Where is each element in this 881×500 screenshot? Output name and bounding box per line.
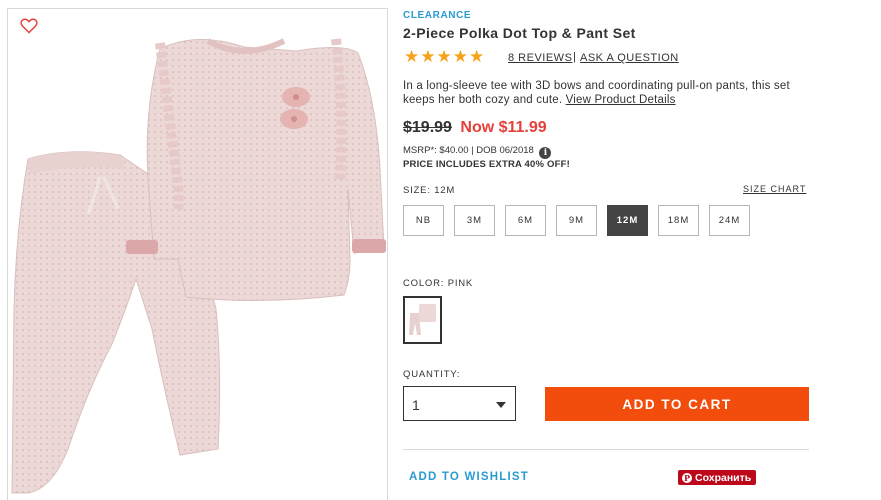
- color-label-text: COLOR:: [403, 278, 445, 289]
- original-price: $19.99: [403, 119, 452, 136]
- reviews-link[interactable]: 8 REVIEWS: [508, 52, 572, 64]
- color-selected-value: PINK: [447, 278, 474, 289]
- size-label-text: SIZE:: [403, 185, 431, 196]
- product-title: 2-Piece Polka Dot Top & Pant Set: [403, 25, 636, 41]
- color-label: COLOR: PINK: [403, 278, 473, 289]
- swatch-thumbnail: [409, 304, 436, 335]
- star-icon: ★: [469, 47, 485, 66]
- quantity-select[interactable]: 1: [403, 386, 516, 421]
- size-option-6m[interactable]: 6M: [505, 205, 546, 236]
- star-icon: ★: [452, 47, 468, 66]
- size-options: NB 3M 6M 9M 12M 18M 24M: [403, 205, 750, 236]
- msrp-text: MSRP*: $40.00 | DOB 06/2018: [403, 145, 534, 156]
- clearance-badge: CLEARANCE: [403, 10, 472, 21]
- quantity-label: QUANTITY:: [403, 369, 461, 380]
- size-option-3m[interactable]: 3M: [454, 205, 495, 236]
- star-icon: ★: [404, 47, 420, 66]
- product-image-panel: [7, 8, 388, 500]
- product-description: In a long-sleeve tee with 3D bows and co…: [403, 79, 803, 107]
- info-icon[interactable]: i: [539, 147, 552, 159]
- size-selected-value: 12M: [434, 185, 456, 196]
- size-chart-link[interactable]: SIZE CHART: [743, 184, 806, 194]
- size-option-12m[interactable]: 12M: [607, 205, 648, 236]
- add-to-cart-button[interactable]: ADD TO CART: [545, 387, 809, 421]
- pinterest-save-label: Сохранить: [695, 471, 752, 484]
- link-separator: |: [573, 51, 576, 63]
- add-to-wishlist-link[interactable]: ADD TO WISHLIST: [409, 471, 529, 483]
- size-option-18m[interactable]: 18M: [658, 205, 699, 236]
- quantity-value: 1: [412, 397, 420, 413]
- product-image: [11, 38, 386, 494]
- view-details-link[interactable]: View Product Details: [566, 94, 676, 106]
- star-icon: ★: [420, 47, 436, 66]
- price-row: $19.99 Now $11.99: [403, 119, 547, 137]
- section-divider: [403, 449, 809, 450]
- pinterest-save-button[interactable]: P Сохранить: [678, 470, 756, 485]
- heart-outline-icon[interactable]: [20, 18, 38, 34]
- promo-text: PRICE INCLUDES EXTRA 40% OFF!: [403, 159, 570, 170]
- star-icon: ★: [436, 47, 452, 66]
- caret-down-icon: [496, 402, 506, 408]
- rating-stars: ★ ★ ★ ★ ★: [404, 47, 485, 66]
- size-label: SIZE: 12M: [403, 185, 455, 196]
- color-swatch-pink[interactable]: [403, 296, 442, 344]
- size-option-nb[interactable]: NB: [403, 205, 444, 236]
- ask-question-link[interactable]: ASK A QUESTION: [580, 52, 679, 64]
- pinterest-icon: P: [682, 472, 692, 483]
- sale-price: Now $11.99: [460, 119, 547, 136]
- size-option-24m[interactable]: 24M: [709, 205, 750, 236]
- msrp-line: MSRP*: $40.00 | DOB 06/2018 i: [403, 145, 552, 159]
- size-option-9m[interactable]: 9M: [556, 205, 597, 236]
